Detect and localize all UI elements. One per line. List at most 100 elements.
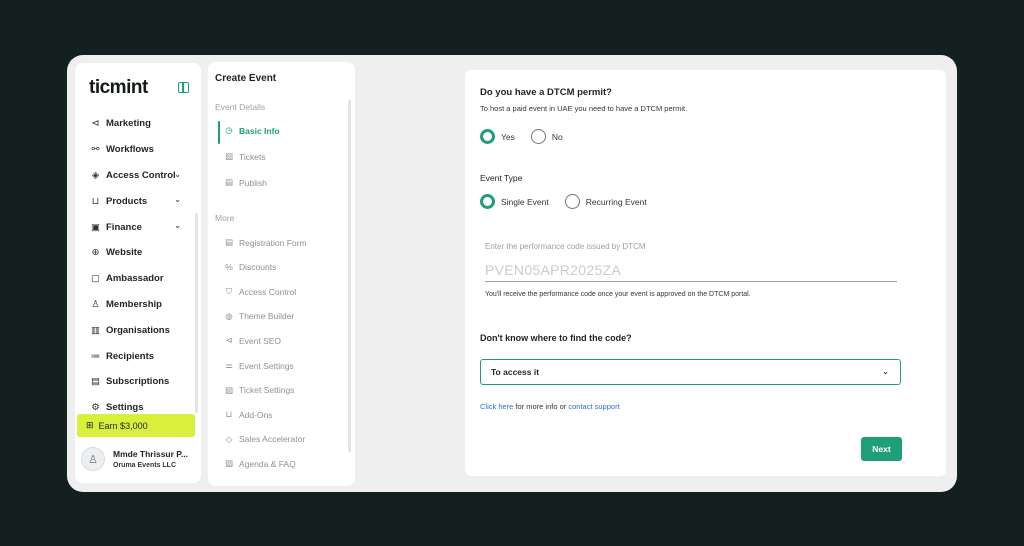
sidebar-item-label: Membership [106,298,162,310]
step-label: Publish [239,177,267,188]
step-event-seo[interactable]: ⊲ Event SEO [224,335,281,346]
sidebar-item-workflows[interactable]: ⚯ Workflows [75,137,201,163]
sidebar-nav: ⊲ Marketing ⚯ Workflows ◈ Access Control ⌄ ⊔ Pro… [75,111,201,421]
sidebar-item-access-control[interactable]: ◈ Access Control ⌄ [75,163,201,189]
permit-yes-label: Yes [501,131,515,142]
step-label: Access Control [239,286,297,297]
single-event-label: Single Event [501,196,549,207]
step-basic-info[interactable]: ◷ Basic Info [224,125,280,136]
sidebar-item-website[interactable]: ⊕ Website [75,240,201,266]
access-code-dropdown[interactable]: To access it ⌄ [480,359,901,385]
chevron-down-icon: ⌄ [174,221,181,231]
event-type-radio-group: Single Event Recurring Event [480,194,663,209]
megaphone-icon: ⊲ [91,118,100,130]
sidebar-item-label: Marketing [106,118,151,130]
permit-yes-radio[interactable] [480,129,495,144]
step-label: Sales Accelerator [239,434,306,445]
step-ticket-settings[interactable]: ▧ Ticket Settings [224,385,294,396]
ticmint-logo: ticmint [89,77,148,98]
single-event-radio[interactable] [480,194,495,209]
agenda-icon: ▨ [224,458,234,469]
step-publish[interactable]: ▤ Publish [224,177,267,188]
chevron-down-icon: ⌄ [174,169,181,179]
sidebar-item-label: Access Control [106,169,176,181]
active-step-indicator [218,121,220,144]
ticket-settings-icon: ▧ [224,384,234,395]
step-sales-accelerator[interactable]: ◇ Sales Accelerator [224,434,305,445]
performance-code-label: Enter the performance code issued by DTC… [485,242,646,251]
permit-no-label: No [551,131,563,142]
step-add-ons[interactable]: ⊔ Add-Ons [224,409,273,420]
sidebar-item-recipients[interactable]: ≔ Recipients [75,343,201,369]
access-control-icon: ◈ [91,169,100,181]
chevron-down-icon: ⌄ [882,367,889,376]
sidebar-scrollbar[interactable] [195,213,198,413]
sidebar-item-organisations[interactable]: ▥ Organisations [75,317,201,343]
steps-scrollbar[interactable] [348,100,351,452]
section-event-details: Event Details [215,102,266,112]
step-label: Tickets [239,151,266,162]
sidebar-item-marketing[interactable]: ⊲ Marketing [75,111,201,137]
step-theme-builder[interactable]: ◍ Theme Builder [224,311,294,322]
sidebar-item-label: Organisations [106,324,170,336]
recurring-event-radio[interactable] [564,194,580,209]
palette-icon: ◍ [225,310,233,321]
dropdown-value: To access it [491,367,540,377]
wallet-icon: ▣ [91,221,100,233]
click-here-link[interactable]: Click here [480,402,513,411]
help-text: Click here for more info or contact supp… [480,402,620,411]
ambassador-icon: ▢ [91,273,100,285]
permit-question: Do you have a DTCM permit? [480,87,612,98]
cart-icon: ⊔ [225,409,233,420]
chevron-down-icon: ⌄ [174,195,181,205]
workflow-icon: ⚯ [91,144,100,156]
user-icon: ♙ [88,453,98,466]
step-registration-form[interactable]: ▤ Registration Form [224,237,307,248]
step-label: Basic Info [239,125,280,136]
performance-code-note: You'll receive the performance code once… [485,291,751,298]
building-icon: ▥ [91,324,100,336]
create-event-steps: Create Event Event Details ◷ Basic Info ▧ T… [208,62,355,486]
next-button[interactable]: Next [861,437,902,461]
step-label: Add-Ons [239,409,273,420]
user-profile[interactable]: ♙ Mmde Thrissur P... Oruma Events LLC [81,443,193,473]
performance-code-input[interactable] [485,258,897,282]
globe-icon: ⊕ [91,247,100,259]
sidebar-item-label: Website [106,247,143,259]
gear-icon: ⚙ [91,402,100,414]
sidebar-item-products[interactable]: ⊔ Products ⌄ [75,188,201,214]
step-event-settings[interactable]: ⚌ Event Settings [224,360,294,371]
step-agenda-faq[interactable]: ▨ Agenda & FAQ [224,458,296,469]
sidebar-item-finance[interactable]: ▣ Finance ⌄ [75,214,201,240]
step-label: Discounts [239,261,277,272]
section-more: More [215,213,235,223]
sidebar-item-membership[interactable]: ♙ Membership [75,292,201,318]
steps-title: Create Event [215,73,277,84]
permit-radio-group: Yes No [480,129,579,144]
recurring-event-label: Recurring Event [585,196,647,207]
contact-support-link[interactable]: contact support [568,402,619,411]
sidebar-item-subscriptions[interactable]: ▤ Subscriptions [75,369,201,395]
sidebar-item-label: Recipients [106,350,155,362]
avatar: ♙ [81,447,105,471]
step-access-control[interactable]: ⛉ Access Control [224,286,296,297]
step-label: Agenda & FAQ [239,458,296,469]
membership-icon: ♙ [91,298,100,310]
permit-no-radio[interactable] [530,129,546,144]
list-icon: ≔ [90,350,101,362]
earn-button[interactable]: ⊞ Earn $3,000 [77,414,195,437]
sidebar-item-label: Workflows [106,144,154,156]
step-label: Ticket Settings [239,385,295,396]
gift-icon: ⊞ [86,420,94,430]
sidebar-item-ambassador[interactable]: ▢ Ambassador [75,266,201,292]
megaphone-icon: ⊲ [225,335,233,346]
sidebar-item-label: Finance [106,221,142,233]
step-tickets[interactable]: ▧ Tickets [224,151,266,162]
find-code-question: Don't know where to find the code? [480,333,632,343]
event-type-label: Event Type [480,173,523,183]
sidebar-item-label: Ambassador [106,273,164,285]
step-discounts[interactable]: % Discounts [224,262,276,272]
app-frame: ticmint ⊲ Marketing ⚯ Workflows ◈ Access Cont… [67,55,957,492]
sidebar-toggle-icon[interactable] [178,82,189,93]
document-icon: ▤ [224,177,234,187]
